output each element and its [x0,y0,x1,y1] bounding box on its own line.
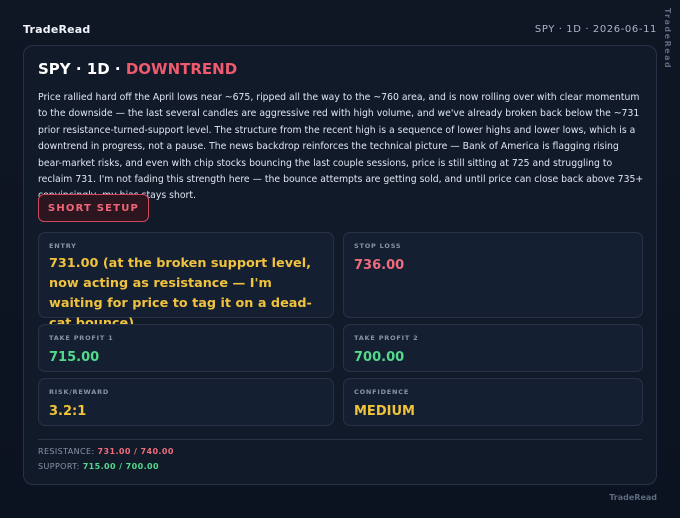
confidence-box: CONFIDENCE MEDIUM [343,378,643,426]
risk-reward-value: 3.2:1 [49,404,87,419]
support-label: SUPPORT: [38,462,80,471]
resistance-value: 731.00 / 740.00 [97,447,174,456]
brand-logo-text: TradeRead [23,22,91,36]
vertical-watermark: TradeRead [663,8,672,70]
take-profit-1-box: TAKE PROFIT 1 715.00 [38,324,334,372]
take-profit-2-value: 700.00 [354,350,405,365]
take-profit-2-label: TAKE PROFIT 2 [354,334,419,342]
top-bar: TradeRead SPY · 1D · 2026-06-11 [23,20,657,38]
analysis-text: Price rallied hard off the April lows ne… [38,92,644,202]
take-profit-2-box: TAKE PROFIT 2 700.00 [343,324,643,372]
title-prefix: SPY · 1D · [38,60,126,78]
confidence-value: MEDIUM [354,404,415,419]
resistance-line: RESISTANCE: 731.00 / 740.00 [38,447,174,456]
card-title: SPY · 1D · DOWNTREND [38,60,237,78]
take-profit-1-label: TAKE PROFIT 1 [49,334,114,342]
footer-brand: TradeRead [609,493,657,502]
short-setup-button[interactable]: SHORT SETUP [38,194,149,222]
chart-meta: SPY · 1D · 2026-06-11 [534,23,657,35]
support-value: 715.00 / 700.00 [82,462,159,471]
take-profit-1-value: 715.00 [49,350,100,365]
support-line: SUPPORT: 715.00 / 700.00 [38,462,159,471]
risk-reward-label: RISK/REWARD [49,388,110,396]
entry-label: ENTRY [49,242,77,250]
stop-loss-label: STOP LOSS [354,242,402,250]
entry-value: 731.00 (at the broken support level, now… [49,256,312,331]
trade-card: SPY · 1D · DOWNTREND Price rallied hard … [23,45,657,485]
divider [38,439,642,440]
stop-loss-value: 736.00 [354,258,405,273]
resistance-label: RESISTANCE: [38,447,95,456]
trend-direction: DOWNTREND [125,60,238,78]
entry-box: ENTRY 731.00 (at the broken support leve… [38,232,334,331]
risk-reward-box: RISK/REWARD 3.2:1 [38,378,334,426]
stop-loss-box: STOP LOSS 736.00 [343,232,643,318]
confidence-label: CONFIDENCE [354,388,410,396]
